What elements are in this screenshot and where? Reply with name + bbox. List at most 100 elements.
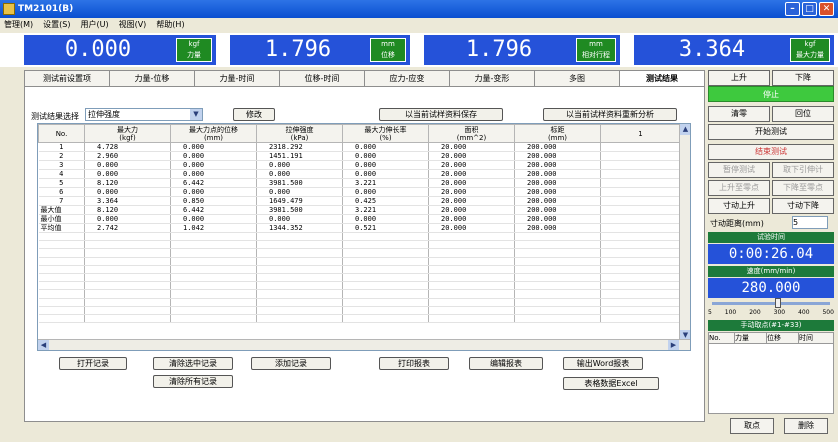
tab-test-results[interactable]: 测试结果 [619, 70, 705, 87]
modify-button[interactable]: 修改 [233, 108, 275, 121]
force-unit-button[interactable]: kgf 力量 [176, 38, 212, 62]
minimize-button[interactable]: – [785, 2, 800, 16]
column-header[interactable]: 标距 (mm) [514, 124, 601, 143]
table-cell: 7 [38, 196, 85, 206]
table-row[interactable]: 平均值 2.742 1.042 1344.352 0.521 20.000 200.000 [38, 223, 681, 233]
tab-force-deformation[interactable]: 力量-变形 [449, 70, 535, 86]
reanalyze-button[interactable]: 以当前试样资料重新分析 [543, 108, 677, 121]
up-to-zero-button[interactable]: 上升至零点 [708, 180, 770, 196]
zero-button[interactable]: 清零 [708, 106, 770, 122]
export-excel-button[interactable]: 表格数据Excel [563, 377, 659, 390]
print-report-button[interactable]: 打印报表 [379, 357, 449, 370]
chevron-down-icon[interactable]: ▼ [190, 109, 202, 120]
column-header[interactable]: 1 [600, 124, 681, 143]
table-cell [342, 265, 429, 274]
column-header[interactable]: 最大力点的位移 (mm) [170, 124, 257, 143]
return-button[interactable]: 回位 [772, 106, 834, 122]
table-cell: 3981.500 [256, 178, 343, 188]
delete-point-button[interactable]: 删除 [784, 418, 828, 434]
max-force-unit-button[interactable]: kgf 最大力量 [790, 38, 830, 62]
table-cell [428, 306, 515, 315]
column-header[interactable]: 拉伸强度 (kPa) [256, 124, 343, 143]
table-cell: 0.000 [256, 187, 343, 197]
remove-extensometer-button[interactable]: 取下引伸计 [772, 162, 834, 178]
table-row[interactable] [38, 281, 681, 291]
table-cell: 20.000 [428, 196, 515, 206]
tab-force-time[interactable]: 力量-时间 [194, 70, 280, 86]
edit-report-button[interactable]: 编辑报表 [469, 357, 543, 370]
table-row[interactable] [38, 273, 681, 283]
table-cell [514, 281, 601, 291]
down-button[interactable]: 下降 [772, 70, 834, 86]
tab-multi-chart[interactable]: 多图 [534, 70, 620, 86]
clear-all-button[interactable]: 清除所有记录 [153, 375, 233, 388]
speed-slider-thumb[interactable] [774, 298, 781, 308]
start-test-button[interactable]: 开始测试 [708, 124, 834, 140]
table-row[interactable] [38, 289, 681, 299]
tab-displacement-time[interactable]: 位移-时间 [279, 70, 365, 86]
column-header[interactable]: 最大力 (kgf) [84, 124, 171, 143]
table-row[interactable] [38, 232, 681, 242]
up-button[interactable]: 上升 [708, 70, 770, 86]
table-row[interactable] [38, 314, 681, 324]
relative-stroke-unit-button[interactable]: mm 相对行程 [576, 38, 616, 62]
table-row[interactable]: 4 0.000 0.000 0.000 0.000 20.000 200.000 [38, 169, 681, 179]
table-row[interactable] [38, 265, 681, 274]
maximize-button[interactable]: □ [802, 2, 817, 16]
scroll-left-icon[interactable]: ◀ [38, 340, 49, 350]
menu-manage[interactable]: 管理(M) [4, 18, 33, 32]
jog-down-button[interactable]: 寸动下降 [772, 198, 834, 214]
menu-user[interactable]: 用户(U) [80, 18, 108, 32]
table-row[interactable]: 3 0.000 0.000 0.000 0.000 20.000 200.000 [38, 160, 681, 170]
horizontal-scrollbar[interactable]: ◀ ▶ [38, 339, 690, 350]
column-header[interactable]: 最大力伸长率 (%) [342, 124, 429, 143]
vertical-scrollbar[interactable]: ▲ ▼ [679, 124, 690, 341]
jog-up-button[interactable]: 寸动上升 [708, 198, 770, 214]
scroll-up-icon[interactable]: ▲ [680, 124, 690, 135]
table-row[interactable]: 2 2.960 0.000 1451.191 0.000 20.000 200.000 [38, 151, 681, 161]
stop-button[interactable]: 停止 [708, 86, 834, 102]
table-cell [342, 273, 429, 283]
table-cell [170, 314, 257, 324]
table-row[interactable]: 最大值 8.120 6.442 3981.500 3.221 20.000 200.000 [38, 205, 681, 215]
table-row[interactable]: 6 0.000 0.000 0.000 0.000 20.000 200.000 [38, 187, 681, 197]
displacement-unit-button[interactable]: mm 位移 [370, 38, 406, 62]
table-cell [84, 281, 171, 291]
speed-slider-track[interactable] [712, 302, 830, 305]
table-row[interactable] [38, 248, 681, 258]
table-row[interactable]: 5 8.120 6.442 3981.500 3.221 20.000 200.000 [38, 178, 681, 188]
menu-settings[interactable]: 设置(S) [43, 18, 70, 32]
pause-test-button[interactable]: 暂停测试 [708, 162, 770, 178]
table-cell [256, 257, 343, 266]
table-row[interactable]: 1 4.728 0.000 2318.292 0.000 20.000 200.000 [38, 142, 681, 152]
tab-force-displacement[interactable]: 力量-位移 [109, 70, 195, 86]
scroll-right-icon[interactable]: ▶ [668, 340, 679, 350]
jog-distance-input[interactable]: 5 [792, 216, 828, 229]
tab-stress-strain[interactable]: 应力-应变 [364, 70, 450, 86]
end-test-button[interactable]: 结束测试 [708, 144, 834, 160]
save-params-button[interactable]: 以当前试样资料保存 [379, 108, 503, 121]
take-point-button[interactable]: 取点 [730, 418, 774, 434]
open-record-button[interactable]: 打开记录 [59, 357, 127, 370]
add-record-button[interactable]: 添加记录 [251, 357, 331, 370]
result-select[interactable]: 拉伸强度 ▼ [85, 108, 203, 121]
tab-pretest-settings[interactable]: 测试前设置项 [24, 70, 110, 86]
table-row[interactable] [38, 306, 681, 315]
table-row[interactable] [38, 240, 681, 250]
close-button[interactable]: ✕ [819, 2, 834, 16]
table-row[interactable] [38, 298, 681, 307]
table-cell: 0.000 [342, 151, 429, 161]
table-row[interactable]: 最小值 0.000 0.000 0.000 0.000 20.000 200.000 [38, 214, 681, 224]
table-cell: 0.000 [342, 160, 429, 170]
column-header[interactable]: No. [38, 124, 85, 143]
table-cell: 1451.191 [256, 151, 343, 161]
clear-selected-button[interactable]: 清除选中记录 [153, 357, 233, 370]
table-row[interactable]: 7 3.364 0.850 1649.479 0.425 20.000 200.000 [38, 196, 681, 206]
menu-help[interactable]: 帮助(H) [156, 18, 184, 32]
menu-view[interactable]: 视图(V) [119, 18, 147, 32]
export-word-button[interactable]: 输出Word报表 [563, 357, 643, 370]
down-to-zero-button[interactable]: 下降至零点 [772, 180, 834, 196]
column-header-title: 拉伸强度 [285, 125, 314, 134]
column-header[interactable]: 面积 (mm^2) [428, 124, 515, 143]
table-row[interactable] [38, 257, 681, 266]
